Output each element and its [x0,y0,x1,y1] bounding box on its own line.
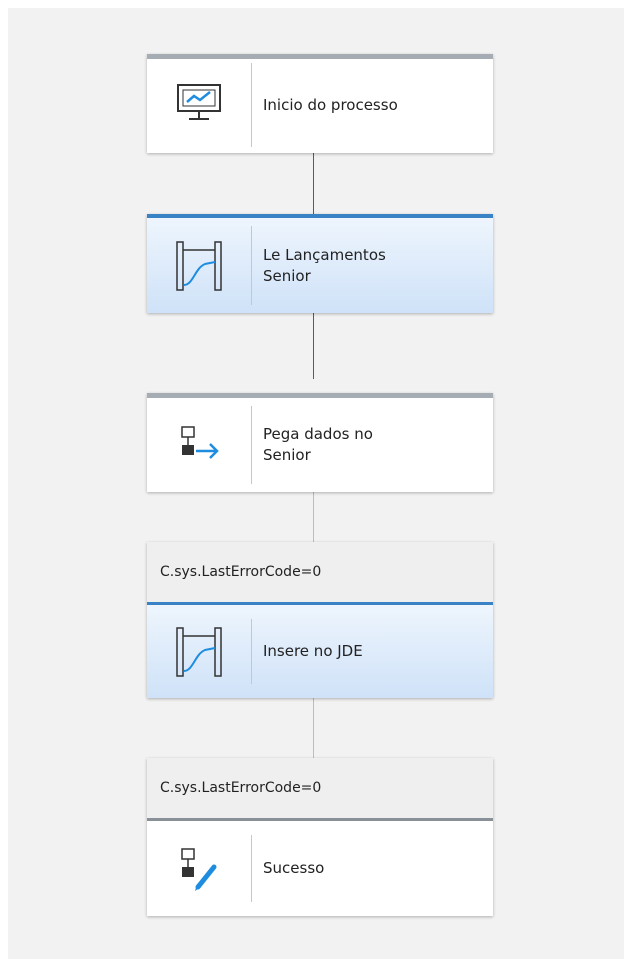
loop-gate-icon [147,238,251,294]
separator [251,619,252,684]
connector-2-3 [313,313,314,379]
separator [251,226,252,305]
condition-label: C.sys.LastErrorCode=0 [147,542,493,602]
flow-arrow-icon [147,423,251,467]
connector-1-2 [313,153,314,215]
flow-edit-icon [147,834,251,904]
separator [251,63,252,147]
connector-4-5 [313,698,314,758]
connector-3-4 [313,492,314,542]
condition-label: C.sys.LastErrorCode=0 [147,758,493,818]
node-label: Sucesso [263,859,325,877]
flow-canvas: Inicio do processo Le Lançamentos Senior [8,8,624,959]
flow-node-start[interactable]: Inicio do processo [147,54,493,153]
flow-node-sucesso[interactable]: C.sys.LastErrorCode=0 Sucesso [147,758,493,916]
flow-node-pega-dados[interactable]: Pega dados no Senior [147,393,493,492]
monitor-chart-icon [147,82,251,128]
separator [251,406,252,484]
node-label: Le Lançamentos Senior [263,245,386,285]
flow-node-insere-jde[interactable]: C.sys.LastErrorCode=0 Insere no JDE [147,542,493,698]
flow-node-le-lancamentos[interactable]: Le Lançamentos Senior [147,214,493,313]
node-label: Insere no JDE [263,642,363,660]
node-label: Inicio do processo [263,95,398,114]
separator [251,835,252,902]
node-label: Pega dados no Senior [263,425,373,464]
loop-gate-icon [147,617,251,687]
